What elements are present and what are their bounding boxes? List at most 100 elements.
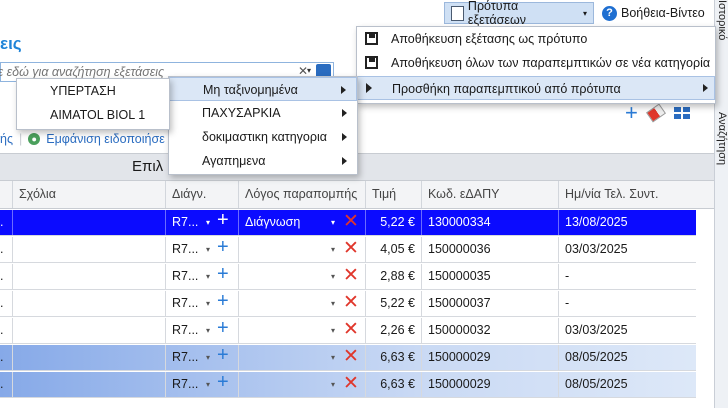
chevron-down-icon[interactable]: ▾	[206, 345, 210, 370]
table-row[interactable]: . R7... ▾ + ▾ ✕ 2,88 €150000035-	[0, 264, 696, 290]
group-header-label: Επιλ	[132, 158, 164, 175]
add-diagnosis-icon[interactable]: +	[217, 291, 229, 314]
chevron-down-icon[interactable]: ▾	[331, 264, 335, 289]
col-edapy-code[interactable]: Κωδ. εΔΑΠΥ	[421, 181, 558, 208]
category-uncategorized[interactable]: Μη ταξινομημένα	[169, 77, 357, 101]
submenu-arrow-icon	[342, 109, 347, 117]
history-tab[interactable]: Ιστορικό	[716, 0, 728, 40]
comments-cell[interactable]	[12, 237, 165, 262]
category-obesity[interactable]: ΠΑΧΥΣΑΡΚΙΑ	[169, 101, 357, 125]
code-cell: 150000036	[421, 237, 558, 262]
chevron-down-icon[interactable]: ▾	[206, 237, 210, 262]
show-notifications-button[interactable]: Εμφάνιση ειδοποιήσε	[46, 132, 165, 146]
table-row[interactable]: . R7... ▾ + ▾ ✕ 6,63 €150000029 08/05/2025	[0, 345, 696, 371]
template-item-hypertension[interactable]: ΥΠΕΡΤΑΣΗ	[50, 79, 116, 103]
reason-cell[interactable]: ▾ ✕	[238, 318, 365, 343]
reason-cell[interactable]: ▾ ✕	[238, 237, 365, 262]
diagnosis-cell[interactable]: R7... ▾ +	[165, 291, 238, 316]
chevron-down-icon[interactable]: ▾	[331, 318, 335, 343]
template-item-aimatol-biol[interactable]: AIMATOL BIOL 1	[50, 103, 145, 127]
chevron-down-icon[interactable]: ▾	[331, 372, 335, 397]
row-lead: .	[0, 242, 4, 256]
reason-cell[interactable]: ▾ ✕	[238, 264, 365, 289]
help-label: Βοήθεια-Βίντεο	[621, 6, 705, 20]
chevron-down-icon[interactable]: ▾	[206, 210, 210, 235]
diagnosis-cell[interactable]: R7... ▾ +	[165, 210, 238, 235]
table-row[interactable]: . R7... ▾ + Διάγνωση ▾ ✕ 5,22 €130000334 13/08/2…	[0, 210, 696, 236]
diagnosis-cell[interactable]: R7... ▾ +	[165, 237, 238, 262]
search-tab[interactable]: Αναζήτηση	[716, 112, 728, 165]
category-label: Μη ταξινομημένα	[203, 83, 298, 97]
comments-cell[interactable]	[12, 372, 165, 397]
grid-view-icon[interactable]	[673, 107, 690, 119]
reason-cell[interactable]: ▾ ✕	[238, 291, 365, 316]
chevron-down-icon[interactable]: ▾	[206, 291, 210, 316]
reason-cell[interactable]: ▾ ✕	[238, 345, 365, 370]
col-comments[interactable]: Σχόλια	[12, 181, 165, 208]
chevron-down-icon[interactable]: ▾	[331, 237, 335, 262]
add-diagnosis-icon[interactable]: +	[217, 372, 229, 395]
diagnosis-cell[interactable]: R7... ▾ +	[165, 264, 238, 289]
table-row[interactable]: . R7... ▾ + ▾ ✕ 2,26 €150000032 03/03/2025	[0, 318, 696, 344]
category-label: δοκιμαστικη κατηγορια	[202, 130, 327, 144]
save-exam-as-template-item[interactable]: Αποθήκευση εξέτασης ως πρότυπο	[357, 27, 715, 51]
diagnosis-cell[interactable]: R7... ▾ +	[165, 345, 238, 370]
add-referral-from-templates-item[interactable]: Προσθήκη παραπεμπτικού από πρότυπα	[357, 76, 715, 100]
code-cell: 150000032	[421, 318, 558, 343]
add-icon[interactable]: +	[625, 102, 638, 124]
comments-cell[interactable]	[12, 264, 165, 289]
right-side-panel: Ιστορικό Αναζήτηση	[714, 0, 728, 408]
col-last-prescription-date[interactable]: Ημ/νία Τελ. Συντ.	[558, 181, 696, 208]
delete-icon[interactable]: ✕	[343, 291, 359, 315]
menu-item-label: Προσθήκη παραπεμπτικού από πρότυπα	[392, 82, 621, 96]
chevron-down-icon[interactable]: ▾	[331, 345, 335, 370]
diagnosis-value: R7...	[172, 323, 199, 337]
delete-icon[interactable]: ✕	[343, 237, 359, 261]
eraser-icon[interactable]	[645, 103, 666, 123]
delete-icon[interactable]: ✕	[343, 318, 359, 342]
template-items-submenu: ΥΠΕΡΤΑΣΗ AIMATOL BIOL 1	[16, 78, 170, 130]
help-video-button[interactable]: ? Βοήθεια-Βίντεο	[596, 2, 714, 24]
table-row[interactable]: . R7... ▾ + ▾ ✕ 5,22 €150000037-	[0, 291, 696, 317]
delete-icon[interactable]: ✕	[343, 210, 359, 234]
diagnosis-cell[interactable]: R7... ▾ +	[165, 318, 238, 343]
code-cell: 150000035	[421, 264, 558, 289]
category-test[interactable]: δοκιμαστικη κατηγορια	[169, 125, 357, 149]
diagnosis-value: R7...	[172, 377, 199, 391]
diagnosis-cell[interactable]: R7... ▾ +	[165, 372, 238, 397]
col-referral-reason[interactable]: Λόγος παραπομπής	[238, 181, 365, 208]
comments-cell[interactable]	[12, 210, 165, 235]
chevron-down-icon[interactable]: ▾	[331, 210, 335, 235]
add-diagnosis-icon[interactable]: +	[217, 318, 229, 341]
table-row[interactable]: . R7... ▾ + ▾ ✕ 4,05 €150000036 03/03/2025	[0, 237, 696, 263]
reason-cell[interactable]: Διάγνωση ▾ ✕	[238, 210, 365, 235]
comments-cell[interactable]	[12, 318, 165, 343]
toolbar-cut-label[interactable]: ής	[0, 132, 13, 146]
category-favorites[interactable]: Αγαπημενα	[169, 149, 357, 173]
reason-cell[interactable]: ▾ ✕	[238, 372, 365, 397]
chevron-down-icon[interactable]: ▾	[206, 372, 210, 397]
delete-icon[interactable]: ✕	[343, 372, 359, 396]
reason-value: Διάγνωση	[245, 215, 301, 229]
add-diagnosis-icon[interactable]: +	[217, 237, 229, 260]
dropdown-icon[interactable]: ▾	[307, 66, 311, 75]
add-diagnosis-icon[interactable]: +	[217, 210, 229, 233]
col-diagnosis[interactable]: Διάγν.	[165, 181, 238, 208]
save-all-referrals-new-category-item[interactable]: Αποθήκευση όλων των παραπεμπτικών σε νέα…	[357, 51, 715, 75]
table-row[interactable]: . R7... ▾ + ▾ ✕ 6,63 €150000029 08/05/2025	[0, 372, 696, 398]
add-diagnosis-icon[interactable]: +	[217, 345, 229, 368]
row-lead: .	[0, 323, 4, 337]
delete-icon[interactable]: ✕	[343, 345, 359, 369]
chevron-down-icon[interactable]: ▾	[206, 318, 210, 343]
grid-toolbar: ής | ● Εμφάνιση ειδοποιήσε	[0, 132, 165, 146]
add-diagnosis-icon[interactable]: +	[217, 264, 229, 287]
templates-menu-button[interactable]: Πρότυπα εξετάσεων ▾	[444, 0, 594, 27]
comments-cell[interactable]	[12, 291, 165, 316]
col-price[interactable]: Τιμή	[365, 181, 421, 208]
chevron-down-icon[interactable]: ▾	[331, 291, 335, 316]
code-cell: 130000334	[421, 210, 558, 235]
chevron-down-icon[interactable]: ▾	[206, 264, 210, 289]
submenu-arrow-icon	[703, 84, 708, 92]
delete-icon[interactable]: ✕	[343, 264, 359, 288]
comments-cell[interactable]	[12, 345, 165, 370]
